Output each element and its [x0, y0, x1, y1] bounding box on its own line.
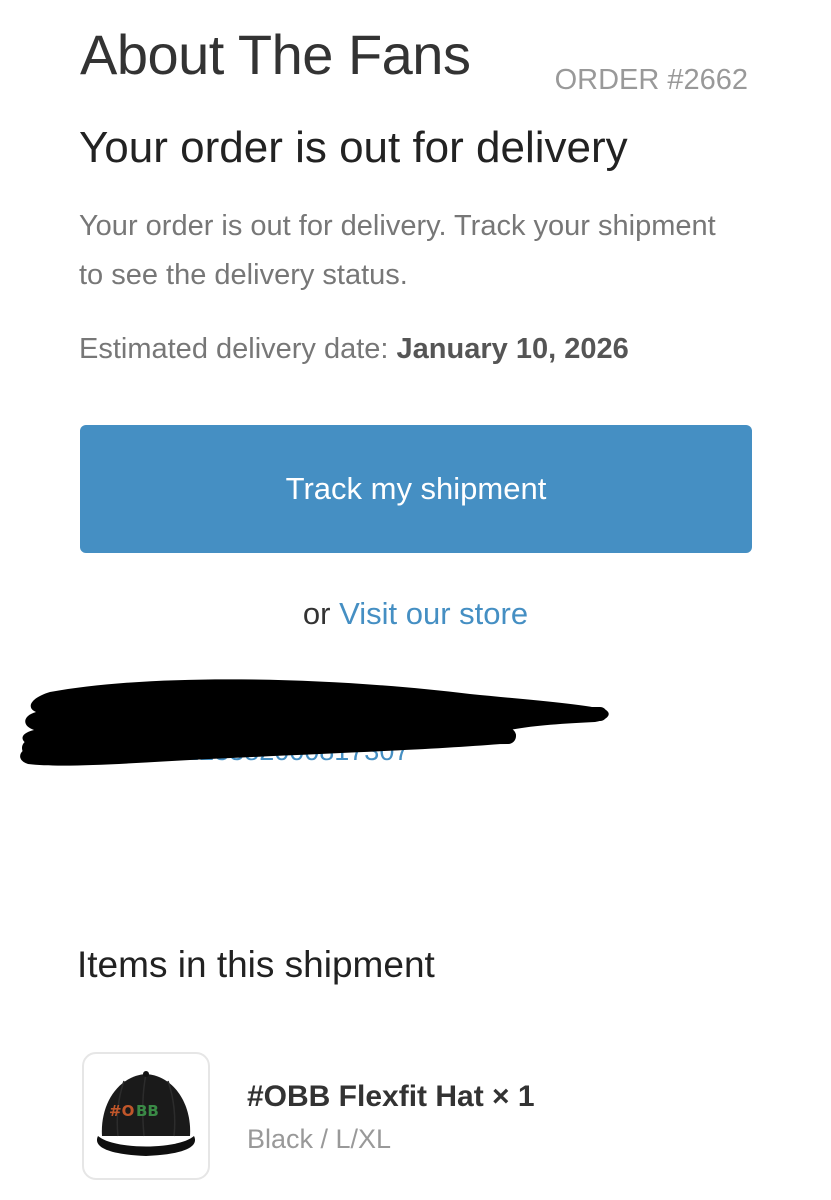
svg-text:BB: BB [136, 1102, 159, 1120]
order-shipping-email: About The Fans ORDER #2662 Your order is… [0, 0, 831, 1200]
estimated-delivery: Estimated delivery date: January 10, 202… [79, 333, 629, 366]
shipment-item: #O BB #OBB Flexfit Hat × 1 Black / L/XL [82, 1052, 762, 1180]
estimated-delivery-label: Estimated delivery date: [79, 333, 389, 365]
items-heading: Items in this shipment [77, 944, 435, 985]
status-headline: Your order is out for delivery [79, 123, 628, 172]
hat-icon: #O BB [96, 1071, 196, 1156]
status-description: Your order is out for delivery. Track yo… [79, 210, 716, 291]
item-title: #OBB Flexfit Hat × 1 [247, 1080, 535, 1113]
estimated-delivery-date: January 10, 2026 [396, 333, 629, 365]
visit-store-link[interactable]: Visit our store [339, 596, 528, 631]
track-shipment-button[interactable]: Track my shipment [80, 425, 752, 553]
tracking-label: DHL eCommerce tracking number: [79, 694, 496, 724]
store-line: or Visit our store [0, 596, 831, 632]
tracking-number-link[interactable]: 9261290223382000817307 [79, 730, 495, 772]
shop-name: About The Fans [80, 23, 471, 86]
tracking-info: DHL eCommerce tracking number: 926129022… [79, 688, 495, 772]
item-thumbnail: #O BB [82, 1052, 210, 1180]
order-number: ORDER #2662 [554, 64, 748, 96]
hat-logo-text: #O [109, 1102, 134, 1120]
item-variant: Black / L/XL [247, 1124, 392, 1154]
or-text: or [302, 596, 331, 631]
